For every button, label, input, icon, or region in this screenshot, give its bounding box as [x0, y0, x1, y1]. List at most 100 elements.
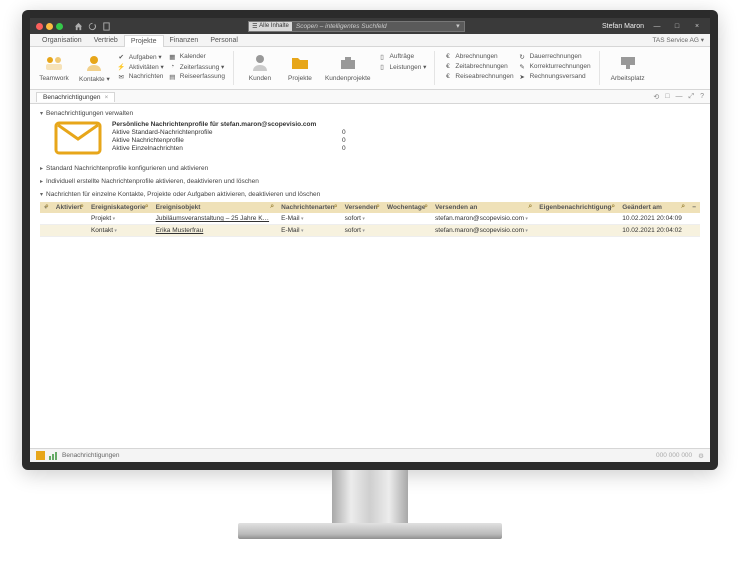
- menu-organisation[interactable]: Organisation: [36, 34, 88, 46]
- tool-window-icon[interactable]: □: [665, 93, 669, 101]
- doc-icon[interactable]: [101, 21, 111, 31]
- teamwork-icon: [44, 53, 64, 73]
- cell-eigen[interactable]: [535, 213, 618, 225]
- cell-art[interactable]: E-Mail: [277, 213, 341, 225]
- refresh-icon[interactable]: [87, 21, 97, 31]
- ribbon-kalender[interactable]: ▦Kalender: [168, 52, 225, 61]
- col-versenden[interactable]: Versenden: [341, 202, 383, 213]
- profile-row-label: Aktive Einzelnachrichten: [112, 145, 312, 152]
- col-ereigniskategorie[interactable]: Ereigniskategorie: [87, 202, 152, 213]
- section-individuell-header[interactable]: Individuell erstellte Nachrichtenprofile…: [40, 178, 700, 185]
- cell-art[interactable]: E-Mail: [277, 225, 341, 237]
- tool-expand-icon[interactable]: ⤢: [688, 93, 694, 101]
- status-flag-icon: [36, 451, 45, 460]
- ribbon-aufgaben[interactable]: ✔Aufgaben ▾: [117, 52, 164, 61]
- ribbon-leistungen[interactable]: ▯Leistungen ▾: [378, 62, 427, 71]
- tool-minimize-icon[interactable]: —: [675, 93, 682, 101]
- ribbon-teamwork[interactable]: Teamwork: [36, 51, 72, 84]
- global-search[interactable]: ☰ Alle Inhalte Scopen – intelligentes Su…: [248, 21, 465, 32]
- menu-vertrieb[interactable]: Vertrieb: [88, 34, 124, 46]
- remove-row-button[interactable]: −: [688, 202, 700, 213]
- ribbon-aktivitaeten[interactable]: ⚡Aktivitäten ▾: [117, 62, 164, 71]
- tab-benachrichtigungen[interactable]: Benachrichtigungen ×: [36, 92, 115, 102]
- titlebar: ☰ Alle Inhalte Scopen – intelligentes Su…: [30, 18, 710, 34]
- cell-objekt-link[interactable]: Erika Musterfrau: [156, 227, 204, 234]
- check-icon: ✔: [117, 52, 126, 61]
- status-settings-icon[interactable]: ⚙: [698, 452, 704, 460]
- profile-row-value: 0: [342, 145, 346, 152]
- profile-row-label: Aktive Standard-Nachrichtenprofile: [112, 129, 312, 136]
- cell-versenden[interactable]: sofort: [341, 213, 383, 225]
- ribbon-kunden[interactable]: Kunden: [242, 51, 278, 84]
- table-row[interactable]: Kontakt Erika Musterfrau E-Mail sofort s…: [40, 225, 700, 237]
- cell-eigen[interactable]: [535, 225, 618, 237]
- ribbon-auftraege[interactable]: ▯Aufträge: [378, 52, 427, 61]
- calendar-icon: ▦: [168, 52, 177, 61]
- search-caret-icon[interactable]: ▾: [452, 22, 464, 30]
- window-minimize[interactable]: —: [650, 23, 664, 30]
- close-dot[interactable]: [36, 23, 43, 30]
- notifications-table: + Aktiviert Ereigniskategorie Ereignisob…: [40, 202, 700, 237]
- menu-finanzen[interactable]: Finanzen: [164, 34, 205, 46]
- tab-close-icon[interactable]: ×: [104, 94, 108, 101]
- main-menu-bar: Organisation Vertrieb Projekte Finanzen …: [30, 34, 710, 47]
- ribbon-zeitabrechnungen[interactable]: €Zeitabrechnungen: [443, 62, 513, 71]
- section-verwalten-header[interactable]: Benachrichtigungen verwalten: [40, 110, 700, 117]
- col-geaendert-am[interactable]: Geändert am: [618, 202, 688, 213]
- ribbon-kontakte[interactable]: Kontakte ▾: [76, 51, 113, 85]
- status-chart-icon[interactable]: [49, 451, 58, 460]
- car-icon: ▤: [168, 72, 177, 81]
- zoom-dot[interactable]: [56, 23, 63, 30]
- section-standard-header[interactable]: Standard Nachrichtenprofile konfiguriere…: [40, 165, 700, 172]
- ribbon-zeiterfassung[interactable]: ◔Zeiterfassung ▾: [168, 62, 225, 71]
- cell-wochentage[interactable]: [383, 225, 431, 237]
- tab-label: Benachrichtigungen: [43, 94, 100, 101]
- contacts-icon: [84, 53, 104, 73]
- menu-projekte[interactable]: Projekte: [124, 35, 164, 47]
- ribbon-reiseerfassung[interactable]: ▤Reiseerfassung: [168, 72, 225, 81]
- ribbon-korrekturrechnungen[interactable]: ✎Korrekturrechnungen: [518, 62, 591, 71]
- ribbon-nachrichten[interactable]: ✉Nachrichten: [117, 72, 164, 81]
- cell-kategorie[interactable]: Projekt: [87, 213, 152, 225]
- ribbon-dauerrechnungen[interactable]: ↻Dauerrechnungen: [518, 52, 591, 61]
- ribbon-arbeitsplatz[interactable]: Arbeitsplatz: [608, 51, 648, 84]
- ribbon-reiseabrechnungen[interactable]: €Reiseabrechnungen: [443, 72, 513, 81]
- desk-icon: [618, 53, 638, 73]
- cell-wochentage[interactable]: [383, 213, 431, 225]
- cell-kategorie[interactable]: Kontakt: [87, 225, 152, 237]
- menu-personal[interactable]: Personal: [204, 34, 244, 46]
- ribbon-abrechnungen[interactable]: €Abrechnungen: [443, 52, 513, 61]
- col-versenden-an[interactable]: Versenden an: [431, 202, 535, 213]
- euro-icon: €: [443, 72, 452, 81]
- current-user-label: Stefan Maron: [602, 23, 644, 30]
- minimize-dot[interactable]: [46, 23, 53, 30]
- search-scope-pill[interactable]: ☰ Alle Inhalte: [249, 22, 292, 31]
- cell-an[interactable]: stefan.maron@scopevisio.com: [431, 225, 535, 237]
- ribbon-rechnungsversand[interactable]: ➤Rechnungsversand: [518, 72, 591, 81]
- section-einzelne-header[interactable]: Nachrichten für einzelne Kontakte, Proje…: [40, 191, 700, 198]
- breadcrumb: Benachrichtigungen: [62, 452, 119, 459]
- window-close[interactable]: ×: [690, 23, 704, 30]
- tool-refresh-icon[interactable]: ⟲: [653, 93, 659, 101]
- cell-versenden[interactable]: sofort: [341, 225, 383, 237]
- window-maximize[interactable]: □: [670, 23, 684, 30]
- cell-an[interactable]: stefan.maron@scopevisio.com: [431, 213, 535, 225]
- col-nachrichtenarten[interactable]: Nachrichtenarten: [277, 202, 341, 213]
- add-row-button[interactable]: +: [40, 202, 52, 213]
- profile-title: Persönliche Nachrichtenprofile für stefa…: [112, 121, 316, 128]
- home-icon[interactable]: [73, 21, 83, 31]
- col-aktiviert[interactable]: Aktiviert: [52, 202, 87, 213]
- search-input[interactable]: Scopen – intelligentes Suchfeld: [292, 23, 452, 30]
- ribbon: Teamwork Kontakte ▾ ✔Aufgaben ▾ ⚡Aktivit…: [30, 47, 710, 90]
- user-icon: [250, 53, 270, 73]
- doc-icon: ▯: [378, 62, 387, 71]
- col-ereignisobjekt[interactable]: Ereignisobjekt: [152, 202, 278, 213]
- ribbon-projekte-btn[interactable]: Projekte: [282, 51, 318, 84]
- ribbon-kundenprojekte[interactable]: Kundenprojekte: [322, 51, 374, 84]
- col-wochentage[interactable]: Wochentage: [383, 202, 431, 213]
- cell-objekt-link[interactable]: Jubiläumsveranstaltung – 25 Jahre K…: [156, 215, 269, 222]
- col-eigenbenachrichtigung[interactable]: Eigenbenachrichtigung: [535, 202, 618, 213]
- table-row[interactable]: Projekt Jubiläumsveranstaltung – 25 Jahr…: [40, 213, 700, 225]
- repeat-icon: ↻: [518, 52, 527, 61]
- tool-help-icon[interactable]: ?: [700, 93, 704, 101]
